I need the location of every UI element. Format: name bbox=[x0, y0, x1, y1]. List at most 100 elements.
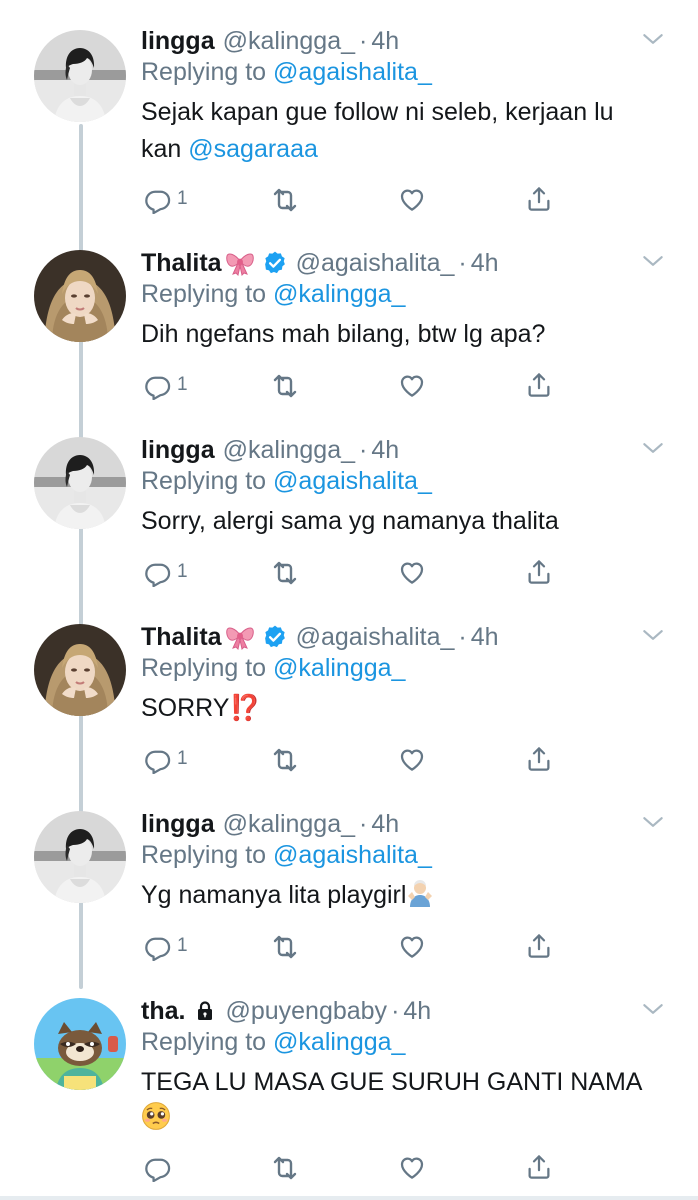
tweet-text: Sorry, alergi sama yg namanya thalita bbox=[141, 507, 559, 535]
tweet-header: Thalita @agaishalita_ · 4h bbox=[141, 244, 499, 282]
timestamp[interactable]: 4h bbox=[371, 810, 399, 839]
share-button[interactable] bbox=[524, 184, 554, 214]
replying-to-mention[interactable]: @agaishalita_ bbox=[273, 58, 432, 86]
user-handle[interactable]: @kalingga_ bbox=[223, 27, 355, 56]
timestamp[interactable]: 4h bbox=[471, 249, 499, 278]
user-handle[interactable]: @agaishalita_ bbox=[296, 623, 455, 652]
replying-to-label: Replying to bbox=[141, 280, 274, 308]
dot-separator: · bbox=[458, 622, 467, 651]
tweet-text-line: Sejak kapan gue follow ni seleb, kerjaan… bbox=[141, 98, 614, 126]
dot-separator: · bbox=[359, 809, 368, 838]
timestamp[interactable]: 4h bbox=[371, 27, 399, 56]
replying-to-mention[interactable]: @kalingga_ bbox=[273, 654, 405, 682]
user-handle[interactable]: @kalingga_ bbox=[223, 810, 355, 839]
chevron-down-icon[interactable] bbox=[640, 26, 666, 52]
chevron-down-icon[interactable] bbox=[640, 996, 666, 1022]
tweet[interactable]: lingga @kalingga_ · 4h Replying to @agai… bbox=[0, 431, 698, 601]
pleading-face-emoji-icon bbox=[141, 1101, 171, 1131]
reply-icon bbox=[143, 1152, 173, 1182]
tweet-header: lingga @kalingga_ · 4h bbox=[141, 431, 399, 469]
display-name[interactable]: lingga bbox=[141, 436, 215, 465]
retweet-button[interactable] bbox=[269, 1152, 301, 1184]
tweet-text-line: kan @sagaraaa bbox=[141, 131, 671, 168]
avatar[interactable] bbox=[34, 250, 126, 342]
user-handle[interactable]: @puyengbaby bbox=[225, 997, 387, 1026]
retweet-button[interactable] bbox=[269, 744, 301, 776]
heart-icon bbox=[397, 184, 427, 214]
user-handle[interactable]: @kalingga_ bbox=[223, 436, 355, 465]
display-name[interactable]: lingga bbox=[141, 27, 215, 56]
replying-to-mention[interactable]: @kalingga_ bbox=[273, 1028, 405, 1056]
display-name[interactable]: Thalita bbox=[141, 249, 222, 278]
display-name[interactable]: Thalita bbox=[141, 623, 222, 652]
user-handle[interactable]: @agaishalita_ bbox=[296, 249, 455, 278]
reply-button[interactable]: 1 bbox=[143, 557, 188, 587]
like-button[interactable] bbox=[397, 1152, 427, 1182]
tweet[interactable]: Thalita @agaishalita_ · 4h Replying to @… bbox=[0, 618, 698, 788]
share-button[interactable] bbox=[524, 370, 554, 400]
avatar[interactable] bbox=[34, 437, 126, 529]
tweet-actions: 1 bbox=[141, 557, 571, 589]
share-button[interactable] bbox=[524, 744, 554, 774]
tweet-header: lingga @kalingga_ · 4h bbox=[141, 805, 399, 843]
like-button[interactable] bbox=[397, 370, 427, 400]
retweet-icon bbox=[269, 184, 301, 216]
like-button[interactable] bbox=[397, 184, 427, 214]
reply-count: 1 bbox=[177, 561, 188, 582]
share-button[interactable] bbox=[524, 557, 554, 587]
reply-button[interactable] bbox=[143, 1152, 177, 1182]
avatar[interactable] bbox=[34, 998, 126, 1090]
reply-button[interactable]: 1 bbox=[143, 744, 188, 774]
tweet-text-segment: kan bbox=[141, 135, 189, 163]
reply-icon bbox=[143, 370, 173, 400]
chevron-down-icon[interactable] bbox=[640, 435, 666, 461]
replying-to-mention[interactable]: @agaishalita_ bbox=[273, 467, 432, 495]
timestamp[interactable]: 4h bbox=[403, 997, 431, 1026]
display-name[interactable]: tha. bbox=[141, 997, 185, 1026]
display-name[interactable]: lingga bbox=[141, 810, 215, 839]
like-button[interactable] bbox=[397, 557, 427, 587]
retweet-button[interactable] bbox=[269, 370, 301, 402]
replying-to: Replying to @kalingga_ bbox=[141, 1028, 405, 1057]
avatar[interactable] bbox=[34, 811, 126, 903]
tweet-header: lingga @kalingga_ · 4h bbox=[141, 22, 399, 60]
tweet-header: Thalita @agaishalita_ · 4h bbox=[141, 618, 499, 656]
tweet[interactable]: lingga @kalingga_ · 4h Replying to @agai… bbox=[0, 22, 698, 222]
tweet[interactable]: Thalita @agaishalita_ · 4h Replying to @… bbox=[0, 244, 698, 414]
replying-to-mention[interactable]: @agaishalita_ bbox=[273, 841, 432, 869]
share-button[interactable] bbox=[524, 1152, 554, 1182]
chevron-down-icon[interactable] bbox=[640, 622, 666, 648]
tweet[interactable]: tha. @puyengbaby · 4h Replying to @kalin… bbox=[0, 992, 698, 1192]
chevron-down-icon[interactable] bbox=[640, 248, 666, 274]
share-button[interactable] bbox=[524, 931, 554, 961]
retweet-button[interactable] bbox=[269, 931, 301, 963]
reply-button[interactable]: 1 bbox=[143, 370, 188, 400]
reply-button[interactable]: 1 bbox=[143, 184, 188, 214]
reply-icon bbox=[143, 184, 173, 214]
replying-to-label: Replying to bbox=[141, 467, 274, 495]
retweet-button[interactable] bbox=[269, 557, 301, 589]
like-button[interactable] bbox=[397, 744, 427, 774]
tweet-text-line bbox=[141, 1101, 671, 1138]
tweet-text: Yg namanya lita playgirl bbox=[141, 877, 671, 914]
avatar[interactable] bbox=[34, 624, 126, 716]
dot-separator: · bbox=[359, 435, 368, 464]
replying-to-mention[interactable]: @kalingga_ bbox=[273, 280, 405, 308]
verified-badge-icon bbox=[262, 250, 288, 276]
avatar[interactable] bbox=[34, 30, 126, 122]
replying-to-label: Replying to bbox=[141, 1028, 274, 1056]
retweet-button[interactable] bbox=[269, 184, 301, 216]
lock-icon bbox=[193, 999, 217, 1023]
timestamp[interactable]: 4h bbox=[371, 436, 399, 465]
mention-link[interactable]: @sagaraaa bbox=[188, 135, 318, 163]
share-icon bbox=[524, 557, 554, 587]
tweet[interactable]: lingga @kalingga_ · 4h Replying to @agai… bbox=[0, 805, 698, 975]
dot-separator: · bbox=[458, 248, 467, 277]
replying-to: Replying to @kalingga_ bbox=[141, 280, 405, 309]
tweet-text: Sejak kapan gue follow ni seleb, kerjaan… bbox=[141, 94, 671, 168]
like-button[interactable] bbox=[397, 931, 427, 961]
chevron-down-icon[interactable] bbox=[640, 809, 666, 835]
timestamp[interactable]: 4h bbox=[471, 623, 499, 652]
retweet-icon bbox=[269, 931, 301, 963]
reply-button[interactable]: 1 bbox=[143, 931, 188, 961]
